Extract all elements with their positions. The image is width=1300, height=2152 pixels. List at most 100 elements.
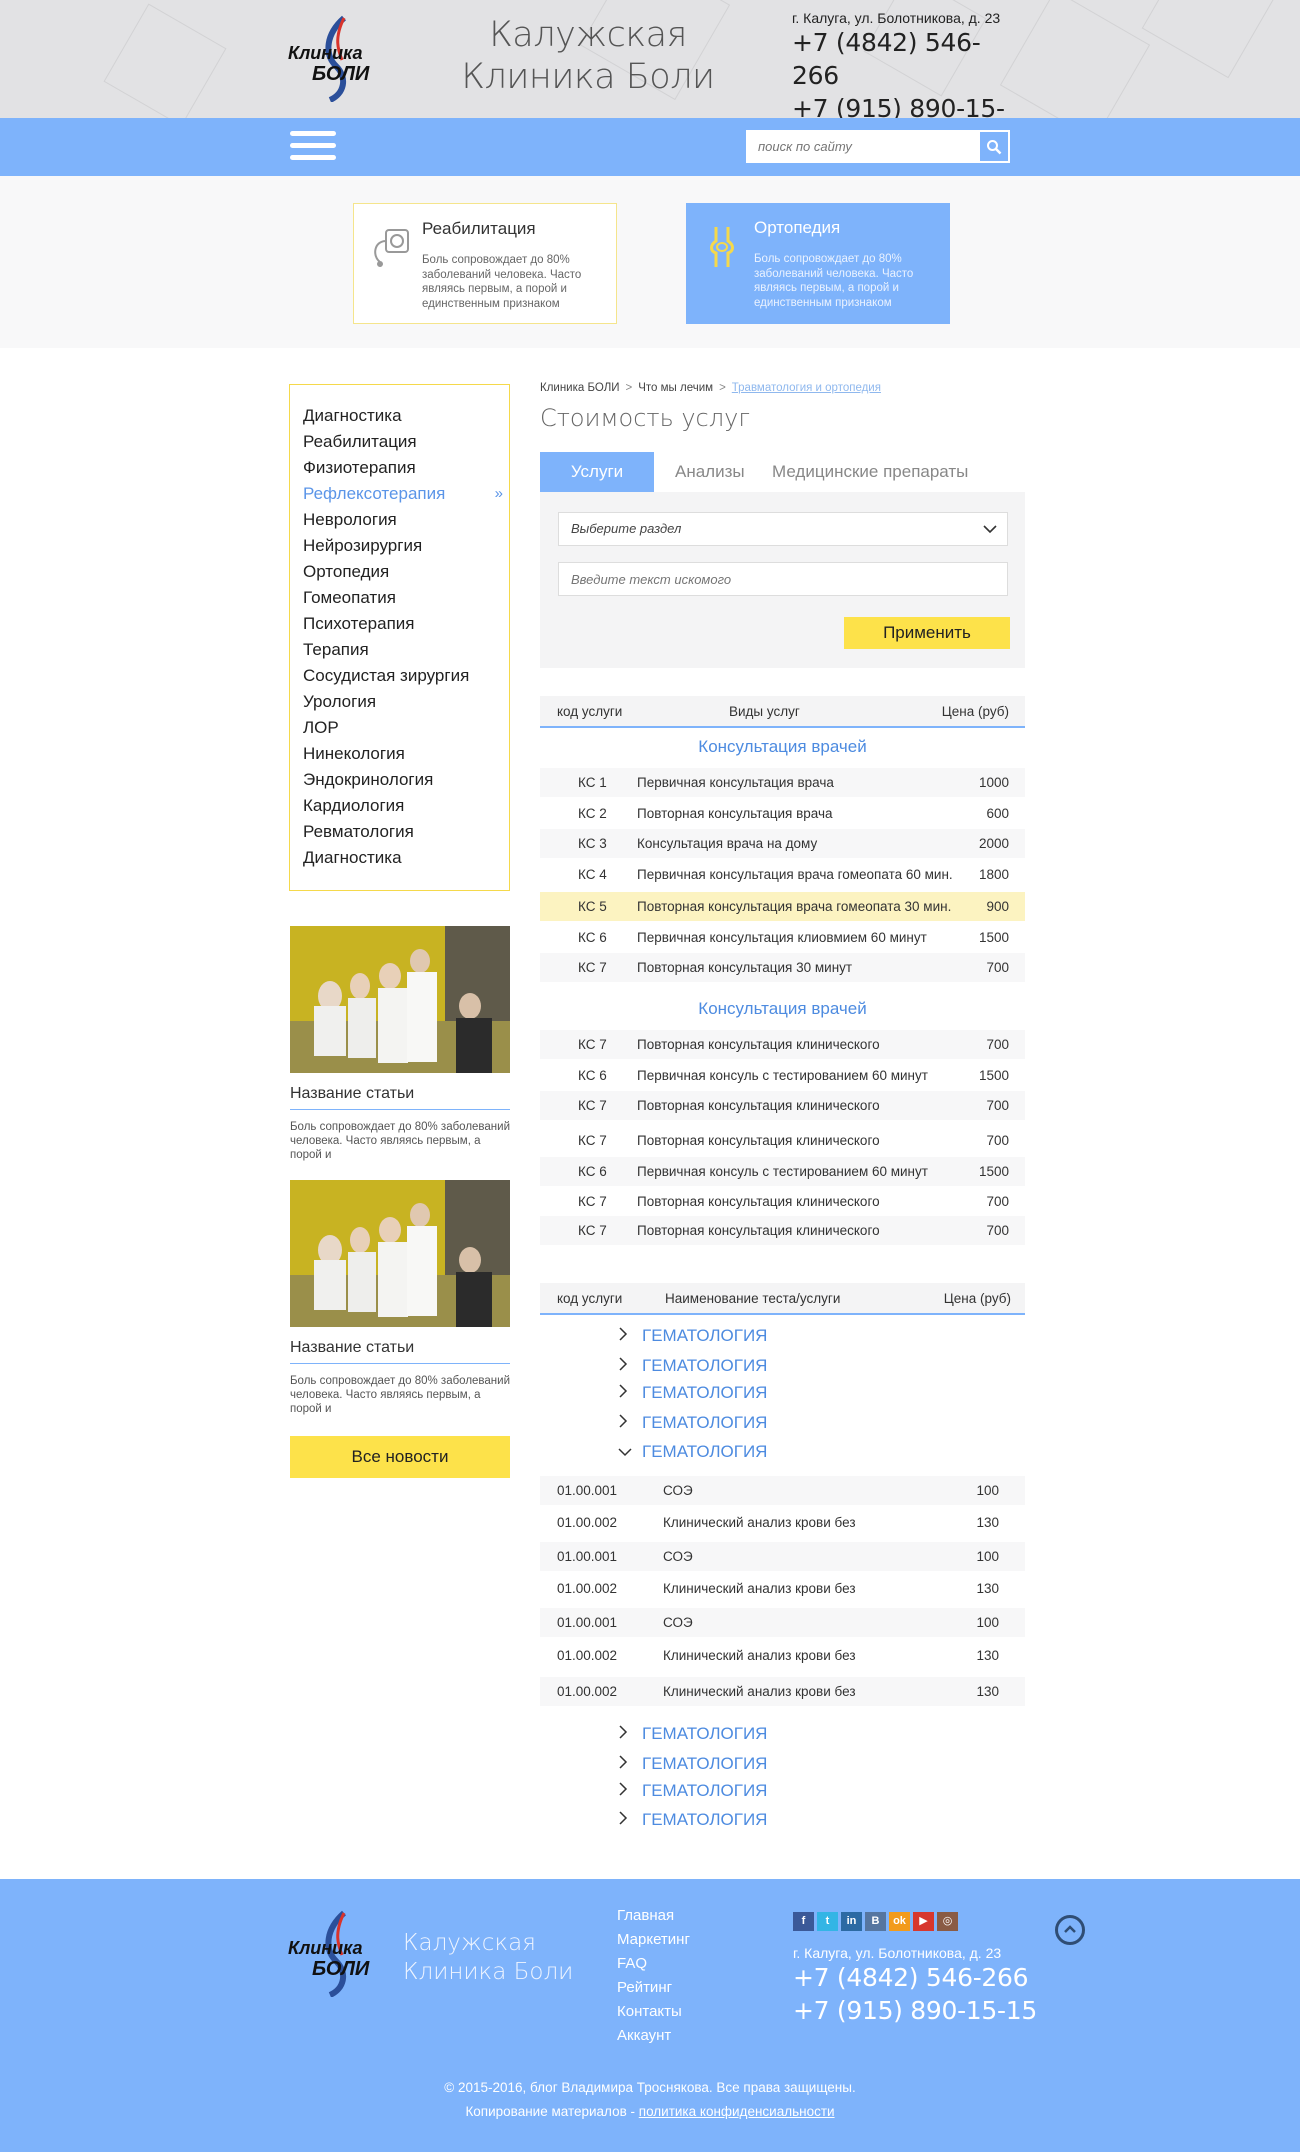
article-card[interactable]: Название статьи Боль сопровождает до 80%… xyxy=(290,1180,510,1416)
table-cell: КС 6 xyxy=(578,1068,607,1083)
table-row[interactable]: 01.00.002 Клинический анализ крови без 130 xyxy=(540,1641,1025,1670)
table-row[interactable]: КС 7 Повторная консультация клинического 7… xyxy=(540,1187,1025,1216)
tab-analyses[interactable]: Анализы xyxy=(675,452,745,492)
table-row[interactable]: 01.00.002 Клинический анализ крови без 130 xyxy=(540,1677,1025,1706)
table-row[interactable]: КС 5 Повторная консультация врача гомеопа… xyxy=(540,892,1025,921)
table-row[interactable]: КС 7 Повторная консультация клинического 7… xyxy=(540,1091,1025,1120)
chevron-right-icon xyxy=(618,1384,632,1402)
table-row[interactable]: КС 7 Повторная консультация клинического 7… xyxy=(540,1126,1025,1155)
sidebar-item[interactable]: Урология xyxy=(303,689,509,715)
footer-phone-2[interactable]: +7 (915) 890-15-15 xyxy=(793,1994,1037,2027)
table-cell: 100 xyxy=(976,1615,999,1630)
table-row[interactable]: 01.00.001 СОЭ 100 xyxy=(540,1542,1025,1571)
table-row[interactable]: КС 4 Первичная консультация врача гомеопа… xyxy=(540,860,1025,889)
promo-card-orthopedics[interactable]: Ортопедия Боль сопровождает до 80% забол… xyxy=(686,203,950,324)
sidebar-item[interactable]: Кардиология xyxy=(303,793,509,819)
all-news-button[interactable]: Все новости xyxy=(290,1436,510,1478)
footer-menu-item[interactable]: Рейтинг xyxy=(617,1976,690,2000)
footer-phone-1[interactable]: +7 (4842) 546-266 xyxy=(793,1961,1037,1994)
category-item[interactable]: ГЕМАТОЛОГИЯ xyxy=(618,1383,767,1403)
category-item[interactable]: ГЕМАТОЛОГИЯ xyxy=(618,1326,767,1346)
category-item[interactable]: ГЕМАТОЛОГИЯ xyxy=(618,1810,767,1830)
sidebar-item[interactable]: Сосудистая зирургия xyxy=(303,663,509,689)
sidebar-item[interactable]: Диагностика xyxy=(303,403,509,429)
search-input[interactable] xyxy=(748,132,980,161)
article-text: Боль сопровождает до 80% заболеваний чел… xyxy=(290,1375,510,1415)
sidebar-item[interactable]: Нейрозирургия xyxy=(303,533,509,559)
privacy-policy-link[interactable]: политика конфиденсиальности xyxy=(639,2104,835,2119)
search-button[interactable] xyxy=(980,132,1008,161)
category-item[interactable]: ГЕМАТОЛОГИЯ xyxy=(618,1754,767,1774)
table-row[interactable]: КС 6 Первичная консуль с тестированием 60… xyxy=(540,1157,1025,1186)
table-cell: 130 xyxy=(976,1581,999,1596)
hamburger-menu-icon[interactable] xyxy=(290,131,336,165)
sidebar-item[interactable]: Эндокринология xyxy=(303,767,509,793)
search-text-field[interactable] xyxy=(558,562,1008,596)
apply-button[interactable]: Применить xyxy=(844,617,1010,649)
footer-menu-item[interactable]: Главная xyxy=(617,1904,690,1928)
breadcrumb-what-we-treat[interactable]: Что мы лечим xyxy=(638,382,713,394)
article-title[interactable]: Название статьи xyxy=(290,1085,510,1110)
linkedin-icon[interactable]: in xyxy=(841,1912,862,1931)
table-row[interactable]: КС 7 Повторная консультация 30 минут 700 xyxy=(540,953,1025,982)
table-row[interactable]: 01.00.001 СОЭ 100 xyxy=(540,1608,1025,1637)
article-image[interactable] xyxy=(290,926,510,1073)
header-phone-1[interactable]: +7 (4842) 546-266 xyxy=(792,26,1012,92)
tab-services[interactable]: Услуги xyxy=(540,452,654,492)
sidebar-item[interactable]: Ортопедия xyxy=(303,559,509,585)
table-cell: 700 xyxy=(986,1223,1009,1238)
tab-medications[interactable]: Медицинские препараты xyxy=(772,452,968,492)
table-row[interactable]: КС 3 Консультация врача на дому 2000 xyxy=(540,829,1025,858)
sidebar-item[interactable]: ЛОР xyxy=(303,715,509,741)
sidebar-item[interactable]: Нинекология xyxy=(303,741,509,767)
sidebar-item[interactable]: Терапия xyxy=(303,637,509,663)
sidebar-item[interactable]: Неврология xyxy=(303,507,509,533)
article-card[interactable]: Название статьи Боль сопровождает до 80%… xyxy=(290,926,510,1162)
youtube-icon[interactable]: ▶ xyxy=(913,1912,934,1931)
sidebar-item[interactable]: Гомеопатия xyxy=(303,585,509,611)
odnoklassniki-icon[interactable]: ok xyxy=(889,1912,910,1931)
article-image[interactable] xyxy=(290,1180,510,1327)
footer-menu-item[interactable]: Маркетинг xyxy=(617,1928,690,1952)
footer-menu-item[interactable]: Контакты xyxy=(617,2000,690,2024)
sidebar-item-label: Ревматология xyxy=(303,822,414,841)
table-row[interactable]: КС 6 Первичная консуль с тестированием 60… xyxy=(540,1061,1025,1090)
table-row[interactable]: КС 1 Первичная консультация врача 1000 xyxy=(540,768,1025,797)
sidebar-item[interactable]: Физиотерапия xyxy=(303,455,509,481)
sidebar-item[interactable]: Рефлексотерапия » xyxy=(303,481,509,507)
table-cell: 900 xyxy=(986,899,1009,914)
table-row[interactable]: КС 7 Повторная консультация клинического 7… xyxy=(540,1216,1025,1245)
header-phone-2[interactable]: +7 (915) 890-15-15 xyxy=(792,92,1012,118)
table-row[interactable]: 01.00.002 Клинический анализ крови без 130 xyxy=(540,1508,1025,1537)
table-row[interactable]: КС 6 Первичная консультация клиовмием 60 … xyxy=(540,923,1025,952)
table-row[interactable]: КС 2 Повторная консультация врача 600 xyxy=(540,799,1025,828)
sidebar-item[interactable]: Реабилитация xyxy=(303,429,509,455)
category-item[interactable]: ГЕМАТОЛОГИЯ xyxy=(618,1781,767,1801)
footer-logo[interactable]: Клиника БОЛИ xyxy=(286,1909,392,1997)
promo-card-rehabilitation[interactable]: Реабилитация Боль сопровождает до 80% за… xyxy=(353,203,617,324)
footer-menu-item[interactable]: Аккаунт xyxy=(617,2024,690,2048)
table-cell: 100 xyxy=(976,1483,999,1498)
twitter-icon[interactable]: t xyxy=(817,1912,838,1931)
scroll-up-button[interactable] xyxy=(1055,1915,1085,1945)
article-title[interactable]: Название статьи xyxy=(290,1339,510,1364)
clinic-logo[interactable]: Клиника БОЛИ xyxy=(286,14,392,102)
sidebar-item[interactable]: Диагностика xyxy=(303,845,509,871)
section-select[interactable]: Выберите раздел xyxy=(558,512,1008,546)
column-header: код услуги xyxy=(557,1291,623,1306)
category-item[interactable]: ГЕМАТОЛОГИЯ xyxy=(618,1442,767,1462)
category-item[interactable]: ГЕМАТОЛОГИЯ xyxy=(618,1413,767,1433)
vk-icon[interactable]: В xyxy=(865,1912,886,1931)
table-row[interactable]: КС 7 Повторная консультация клинического 7… xyxy=(540,1030,1025,1059)
sidebar-item[interactable]: Ревматология xyxy=(303,819,509,845)
table-row[interactable]: 01.00.001 СОЭ 100 xyxy=(540,1476,1025,1505)
breadcrumb-current[interactable]: Травматология и ортопедия xyxy=(732,382,881,394)
facebook-icon[interactable]: f xyxy=(793,1912,814,1931)
breadcrumb-home[interactable]: Клиника БОЛИ xyxy=(540,382,620,394)
table-row[interactable]: 01.00.002 Клинический анализ крови без 130 xyxy=(540,1574,1025,1603)
category-item[interactable]: ГЕМАТОЛОГИЯ xyxy=(618,1356,767,1376)
sidebar-item[interactable]: Психотерапия xyxy=(303,611,509,637)
footer-menu-item[interactable]: FAQ xyxy=(617,1952,690,1976)
category-item[interactable]: ГЕМАТОЛОГИЯ xyxy=(618,1724,767,1744)
instagram-icon[interactable]: ◎ xyxy=(937,1912,958,1931)
